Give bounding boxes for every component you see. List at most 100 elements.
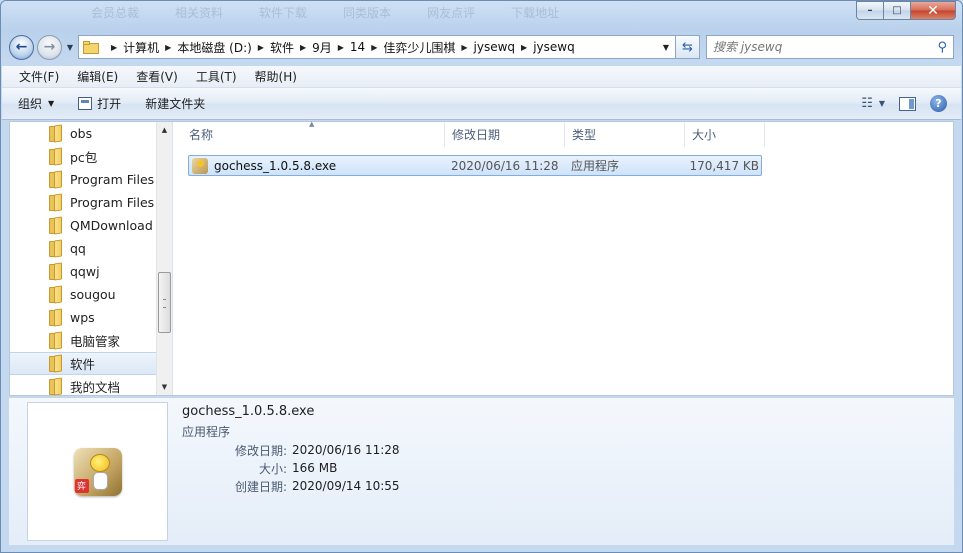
details-property: 修改日期: 2020/06/16 11:28: [182, 441, 400, 459]
nav-folder-item[interactable]: qqwj: [10, 260, 156, 283]
breadcrumb-separator-icon[interactable]: ▶: [165, 43, 171, 52]
refresh-icon: ⇆: [682, 39, 693, 55]
open-label: 打开: [97, 97, 122, 111]
details-property: 大小: 166 MB: [182, 459, 400, 477]
chevron-down-icon: ▼: [48, 99, 55, 108]
property-key: 大小:: [258, 461, 287, 476]
refresh-button[interactable]: ⇆: [676, 35, 700, 59]
view-details-icon: ☷: [861, 96, 873, 111]
nav-folder-label: sougou: [70, 287, 116, 302]
nav-folder-item[interactable]: wps: [10, 306, 156, 329]
nav-folder-item[interactable]: pc包: [10, 145, 156, 168]
chevron-down-icon: ▼: [66, 42, 74, 52]
address-bar[interactable]: ▶ 计算机 ▶ 本地磁盘 (D:) ▶ 软件 ▶ 9月 ▶ 14 ▶ 佳弈少儿围…: [78, 35, 676, 59]
details-file-name: gochess_1.0.5.8.exe: [182, 404, 315, 419]
menu-edit[interactable]: 编辑(E): [68, 68, 127, 85]
property-value: 166 MB: [292, 461, 338, 475]
recent-pages-dropdown[interactable]: ▼: [64, 43, 76, 52]
maximize-button[interactable]: □: [883, 1, 910, 20]
change-view-button[interactable]: ☷ ▼: [861, 96, 885, 111]
scroll-up-icon[interactable]: ▲: [157, 122, 172, 138]
details-property: 创建日期: 2020/09/14 10:55: [182, 477, 400, 495]
organize-label: 组织: [18, 97, 43, 111]
close-button[interactable]: ✕: [910, 1, 956, 20]
column-header-size[interactable]: 大小: [685, 122, 765, 147]
ghost-text: 相关资料: [175, 6, 224, 20]
nav-folder-item[interactable]: QMDownload: [10, 214, 156, 237]
details-thumbnail: 弈: [27, 402, 168, 541]
nav-folder-item[interactable]: 我的文档: [10, 375, 156, 398]
application-icon: 弈: [73, 447, 122, 496]
column-header-type[interactable]: 类型: [565, 122, 685, 147]
folder-icon: [49, 285, 63, 304]
search-box[interactable]: ⚲: [706, 35, 954, 59]
breadcrumb-jysewq[interactable]: jysewq: [474, 40, 516, 54]
menu-tools[interactable]: 工具(T): [187, 68, 246, 85]
organize-button[interactable]: 组织 ▼: [18, 95, 54, 112]
nav-folder-item[interactable]: qq: [10, 237, 156, 260]
breadcrumb-separator-icon[interactable]: ▶: [521, 43, 527, 52]
address-dropdown-icon[interactable]: ▼: [657, 43, 675, 52]
ghost-text: 软件下载: [259, 6, 308, 20]
nav-folder-item[interactable]: obs: [10, 122, 156, 145]
breadcrumb-software[interactable]: 软件: [270, 39, 294, 56]
search-icon[interactable]: ⚲: [937, 40, 947, 55]
breadcrumb-separator-icon[interactable]: ▶: [300, 43, 306, 52]
breadcrumb-weiqi[interactable]: 佳弈少儿围棋: [383, 39, 455, 56]
forward-arrow-icon: →: [43, 39, 56, 55]
nav-folder-item[interactable]: Program Files: [10, 191, 156, 214]
property-value[interactable]: 2020/06/16 11:28: [292, 443, 400, 457]
open-button[interactable]: 打开: [78, 95, 121, 112]
property-key: 修改日期:: [234, 443, 287, 458]
column-header-name[interactable]: ▲ 名称: [173, 120, 445, 147]
menu-view[interactable]: 查看(V): [127, 68, 187, 85]
minimize-button[interactable]: –: [856, 1, 883, 20]
menu-bar: 文件(F) 编辑(E) 查看(V) 工具(T) 帮助(H): [2, 66, 961, 88]
nav-folder-label: pc包: [70, 150, 98, 165]
maximize-icon: □: [892, 5, 902, 16]
nav-folder-item[interactable]: sougou: [10, 283, 156, 306]
breadcrumb-separator-icon[interactable]: ▶: [111, 43, 117, 52]
nav-folder-item[interactable]: Program Files: [10, 168, 156, 191]
nav-folder-label: wps: [70, 310, 95, 325]
breadcrumb-jysewq-current[interactable]: jysewq: [533, 40, 575, 54]
breadcrumb-drive[interactable]: 本地磁盘 (D:): [177, 39, 251, 56]
title-ghost-text: 会员总裁 相关资料 软件下载 同类版本 网友点评 下载地址: [91, 1, 559, 27]
nav-folder-label: 软件: [70, 357, 96, 372]
breadcrumb-separator-icon[interactable]: ▶: [461, 43, 467, 52]
folder-icon: [49, 331, 63, 350]
folder-icon: [49, 147, 63, 166]
property-value[interactable]: 2020/09/14 10:55: [292, 479, 400, 493]
file-type: 应用程序: [571, 159, 620, 173]
preview-pane-button[interactable]: [899, 96, 916, 111]
breadcrumb-14[interactable]: 14: [350, 40, 365, 54]
new-folder-button[interactable]: 新建文件夹: [145, 95, 205, 112]
open-icon: [78, 97, 93, 110]
breadcrumb-separator-icon[interactable]: ▶: [258, 43, 264, 52]
folder-icon: [49, 216, 63, 235]
breadcrumb-separator-icon[interactable]: ▶: [371, 43, 377, 52]
column-header-date[interactable]: 修改日期: [445, 122, 565, 147]
nav-folder-item[interactable]: 电脑管家: [10, 329, 156, 352]
file-row[interactable]: gochess_1.0.5.8.exe 2020/06/16 11:28 应用程…: [188, 155, 762, 176]
menu-help[interactable]: 帮助(H): [246, 68, 306, 85]
details-pane: 弈 gochess_1.0.5.8.exe 应用程序 修改日期: 2020/06…: [9, 397, 954, 545]
search-input[interactable]: [713, 40, 938, 54]
breadcrumb-computer[interactable]: 计算机: [123, 39, 159, 56]
menu-file[interactable]: 文件(F): [10, 68, 68, 85]
nav-folder-label: Program Files: [70, 195, 155, 210]
ghost-text: 会员总裁: [91, 6, 140, 20]
scroll-down-icon[interactable]: ▼: [157, 379, 172, 395]
navigation-scrollbar[interactable]: ▲ ▼: [156, 122, 172, 395]
help-icon[interactable]: ?: [930, 95, 947, 112]
command-bar: 组织 ▼ 打开 新建文件夹 ☷ ▼ ?: [2, 88, 961, 120]
nav-folder-item[interactable]: 软件: [10, 352, 156, 375]
scrollbar-thumb[interactable]: [158, 272, 171, 333]
forward-button[interactable]: →: [37, 34, 62, 60]
application-icon: [192, 157, 208, 174]
back-button[interactable]: ←: [9, 34, 34, 60]
breadcrumb-separator-icon[interactable]: ▶: [338, 43, 344, 52]
ghost-text: 同类版本: [343, 6, 392, 20]
nav-folder-label: Program Files: [70, 172, 155, 187]
breadcrumb-september[interactable]: 9月: [312, 39, 332, 56]
